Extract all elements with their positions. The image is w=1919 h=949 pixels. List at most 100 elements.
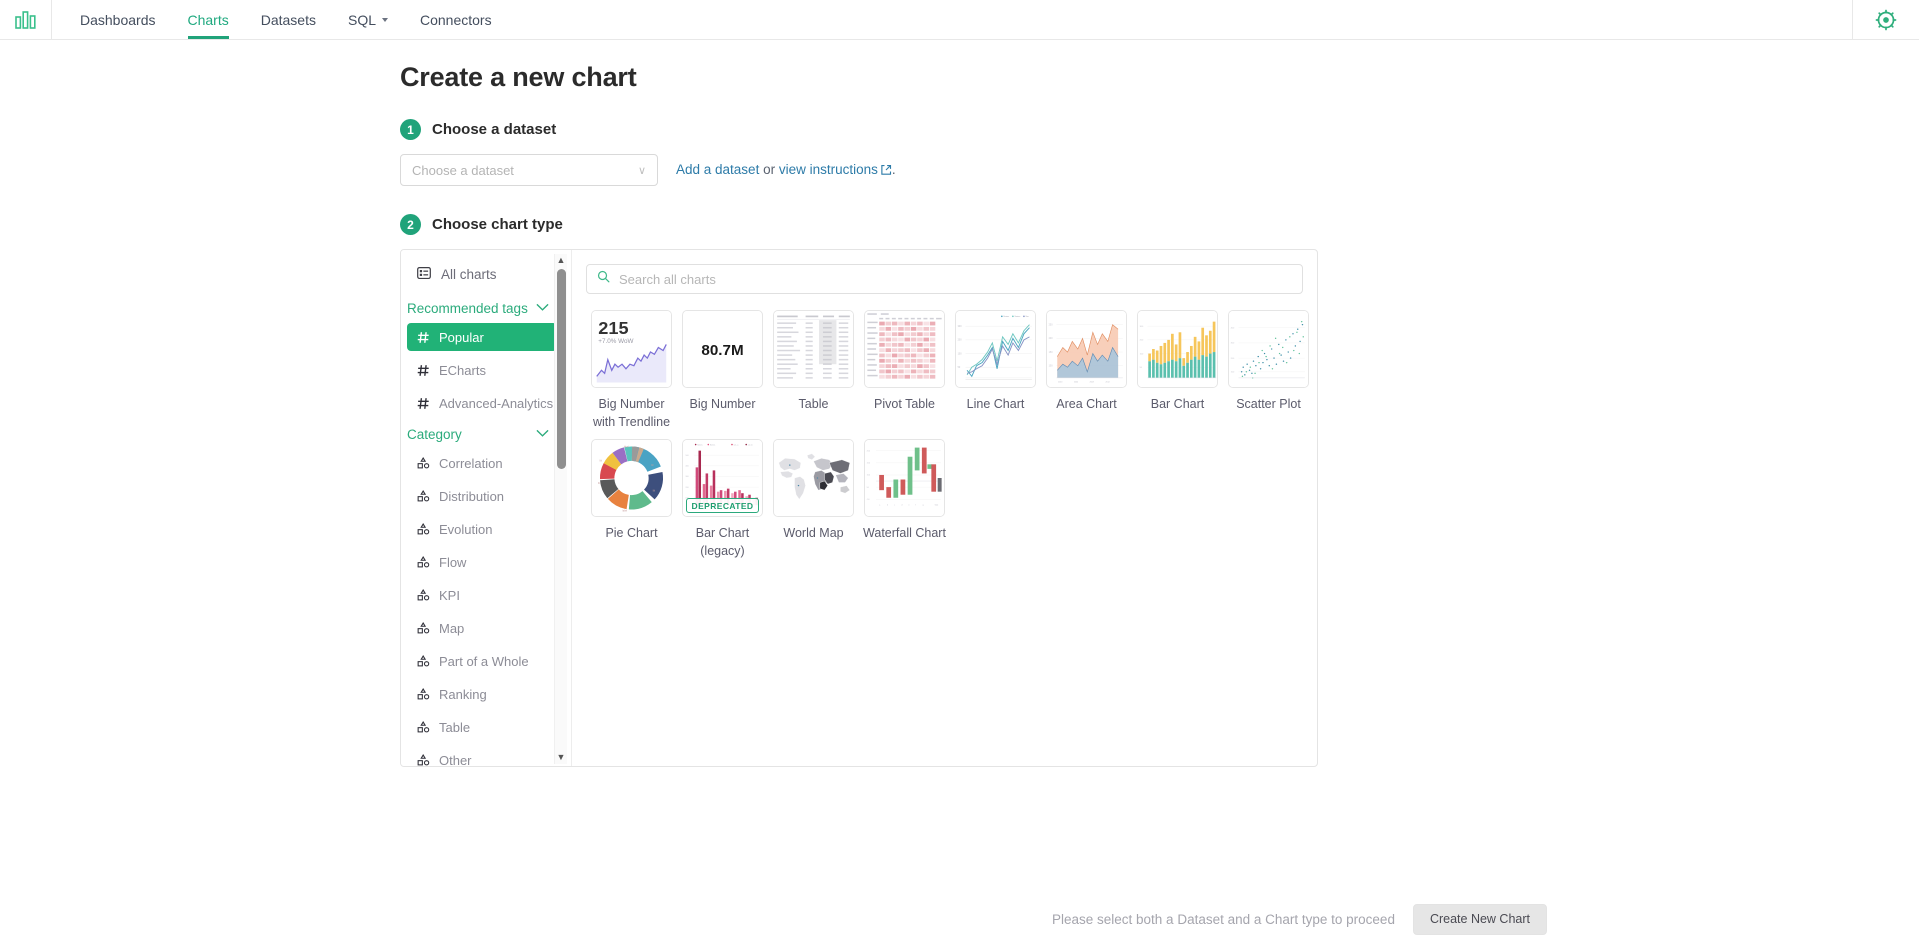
chart-card-pivot-table[interactable]: Pivot Table xyxy=(859,310,950,435)
sidebar-item-map[interactable]: Map xyxy=(407,614,557,642)
sidebar-scroll-area: All charts Recommended tags Popular ECha… xyxy=(401,262,571,766)
chart-card-label: World Map xyxy=(783,526,844,540)
sidebar-item-label: Distribution xyxy=(439,488,505,504)
chart-card-label: Pie Chart xyxy=(605,526,658,540)
nav-item-dashboards[interactable]: Dashboards xyxy=(64,0,172,39)
chart-card-line-chart[interactable]: 300 200 100 50 Series Series Ser Line Ch… xyxy=(950,310,1041,435)
sidebar-item-correlation[interactable]: Correlation xyxy=(407,449,557,477)
chart-thumbnail: 400 300 200 100 xyxy=(1228,310,1309,388)
chart-card-label: Big Number with Trendline xyxy=(592,397,671,429)
sidebar-item-label: Other xyxy=(439,752,472,767)
shapes-icon xyxy=(417,588,430,602)
chart-card-waterfall-chart[interactable]: 200 150 100 50 -50 a b c d e f g Total W… xyxy=(859,439,950,564)
sidebar-all-charts-label: All charts xyxy=(441,267,497,282)
svg-text:2000: 2000 xyxy=(1058,381,1062,383)
chart-card-table[interactable]: Table xyxy=(768,310,859,435)
sidebar-item-ranking[interactable]: Ranking xyxy=(407,680,557,708)
sidebar-item-echarts[interactable]: ECharts xyxy=(407,356,557,384)
chart-thumbnail xyxy=(864,310,945,388)
sidebar-item-evolution[interactable]: Evolution xyxy=(407,515,557,543)
footer-hint-text: Please select both a Dataset and a Chart… xyxy=(1051,911,1395,927)
sidebar-item-advanced-analytics[interactable]: Advanced-Analytics xyxy=(407,389,557,417)
shapes-icon xyxy=(417,555,430,569)
app-logo[interactable] xyxy=(0,0,52,39)
chart-card-label: Waterfall Chart xyxy=(863,526,946,540)
scroll-up-arrow-icon[interactable]: ▲ xyxy=(557,254,566,267)
chart-thumbnail: 300 200 100 50 xyxy=(1137,310,1218,388)
shapes-icon xyxy=(417,687,430,701)
sidebar-item-label: Part of a Whole xyxy=(439,653,529,669)
svg-text:2012: 2012 xyxy=(1105,381,1109,383)
nav-item-connectors[interactable]: Connectors xyxy=(404,0,508,39)
scrollbar-thumb[interactable] xyxy=(556,269,566,469)
sidebar-item-label: Ranking xyxy=(439,686,487,702)
svg-text:Series: Series xyxy=(710,444,715,446)
chart-card-label: Table xyxy=(798,397,829,411)
sidebar-group-recommended-tags[interactable]: Recommended tags xyxy=(401,301,557,316)
chart-card-big-number[interactable]: 80.7M Big Number xyxy=(677,310,768,435)
view-instructions-link[interactable]: view instructions xyxy=(779,162,878,177)
deprecated-badge: DEPRECATED xyxy=(686,498,759,513)
svg-text:Series: Series xyxy=(697,444,702,446)
sidebar-item-table[interactable]: Table xyxy=(407,713,557,741)
chart-search-box[interactable] xyxy=(586,264,1303,294)
svg-text:2004: 2004 xyxy=(1074,381,1078,383)
sidebar-group-category[interactable]: Category xyxy=(401,427,557,442)
navbar-right xyxy=(1852,0,1919,39)
chart-thumbnail: 250 200 150 100 2000 2004 2008 2012 xyxy=(1046,310,1127,388)
sidebar-item-label: Popular xyxy=(439,329,484,345)
chart-card-label: Area Chart xyxy=(1056,397,1117,411)
dataset-select[interactable]: Choose a dataset ∨ xyxy=(400,154,658,186)
sidebar-item-label: ECharts xyxy=(439,362,486,378)
nav-items: Dashboards Charts Datasets SQL Connector… xyxy=(64,0,508,39)
sidebar-item-label: Table xyxy=(439,719,471,735)
page-title: Create a new chart xyxy=(400,62,637,92)
sidebar-item-distribution[interactable]: Distribution xyxy=(407,482,557,510)
sidebar-item-other[interactable]: Other xyxy=(407,746,557,766)
shapes-icon xyxy=(417,489,430,503)
chart-thumbnail: 200 150 100 50 -50 a b c d e f g Total xyxy=(864,439,945,517)
chart-card-scatter-plot[interactable]: 400 300 200 100 Scatter Plot xyxy=(1223,310,1314,435)
chevron-down-icon xyxy=(536,303,549,315)
chart-thumbnail xyxy=(773,439,854,517)
chart-thumbnail: 80.7M xyxy=(682,310,763,388)
svg-text:g: g xyxy=(923,504,924,506)
chart-card-pie-chart[interactable]: label lbl lbl label lbl lbl Pie Chart xyxy=(586,439,677,564)
step-2-badge: 2 xyxy=(400,214,421,235)
create-new-chart-button[interactable]: Create New Chart xyxy=(1412,903,1547,935)
links-or-text: or xyxy=(759,161,779,177)
chart-thumbnail: 300 200 100 50 Series Series Ser xyxy=(955,310,1036,388)
chart-card-bar-chart[interactable]: 300 200 100 50 Bar Chart xyxy=(1132,310,1223,435)
nav-item-datasets[interactable]: Datasets xyxy=(245,0,332,39)
search-input[interactable] xyxy=(617,270,1292,288)
external-link-icon[interactable] xyxy=(880,164,892,179)
chart-card-label: Big Number xyxy=(689,397,756,411)
sidebar-scrollbar[interactable]: ▲ ▼ xyxy=(554,254,567,764)
chart-card-bar-chart-legacy[interactable]: 500400300200100 Series Series ser_a ser_… xyxy=(677,439,768,564)
chart-card-area-chart[interactable]: 250 200 150 100 2000 2004 2008 2012 Area… xyxy=(1041,310,1132,435)
sidebar-item-part-of-a-whole[interactable]: Part of a Whole xyxy=(407,647,557,675)
dataset-links: Add a dataset or view instructions. xyxy=(676,162,896,179)
chart-card-label: Pivot Table xyxy=(874,397,935,411)
svg-text:Series: Series xyxy=(1014,316,1020,318)
step-1-badge: 1 xyxy=(400,119,421,140)
sidebar-item-flow[interactable]: Flow xyxy=(407,548,557,576)
sidebar-item-popular[interactable]: Popular xyxy=(407,323,557,351)
nav-item-charts[interactable]: Charts xyxy=(172,0,245,39)
nav-item-label: Dashboards xyxy=(80,11,156,28)
sidebar-item-kpi[interactable]: KPI xyxy=(407,581,557,609)
scroll-down-arrow-icon[interactable]: ▼ xyxy=(557,751,566,764)
hash-icon xyxy=(417,364,430,377)
chart-card-big-number-with-trendline[interactable]: 215 +7.0% WoW Big Number with Trendline xyxy=(586,310,677,435)
chart-card-world-map[interactable]: World Map xyxy=(768,439,859,564)
add-dataset-link[interactable]: Add a dataset xyxy=(676,162,759,177)
gear-icon[interactable] xyxy=(1875,9,1897,31)
step-1-header: 1 Choose a dataset xyxy=(400,119,1919,140)
nav-item-label: SQL xyxy=(347,11,376,28)
svg-text:e: e xyxy=(908,504,909,506)
svg-text:Total: Total xyxy=(935,503,939,506)
chart-card-label: Bar Chart xyxy=(1150,397,1205,411)
shapes-icon xyxy=(417,753,430,767)
sidebar-item-all-charts[interactable]: All charts xyxy=(401,262,557,287)
nav-item-sql[interactable]: SQL xyxy=(332,0,404,39)
